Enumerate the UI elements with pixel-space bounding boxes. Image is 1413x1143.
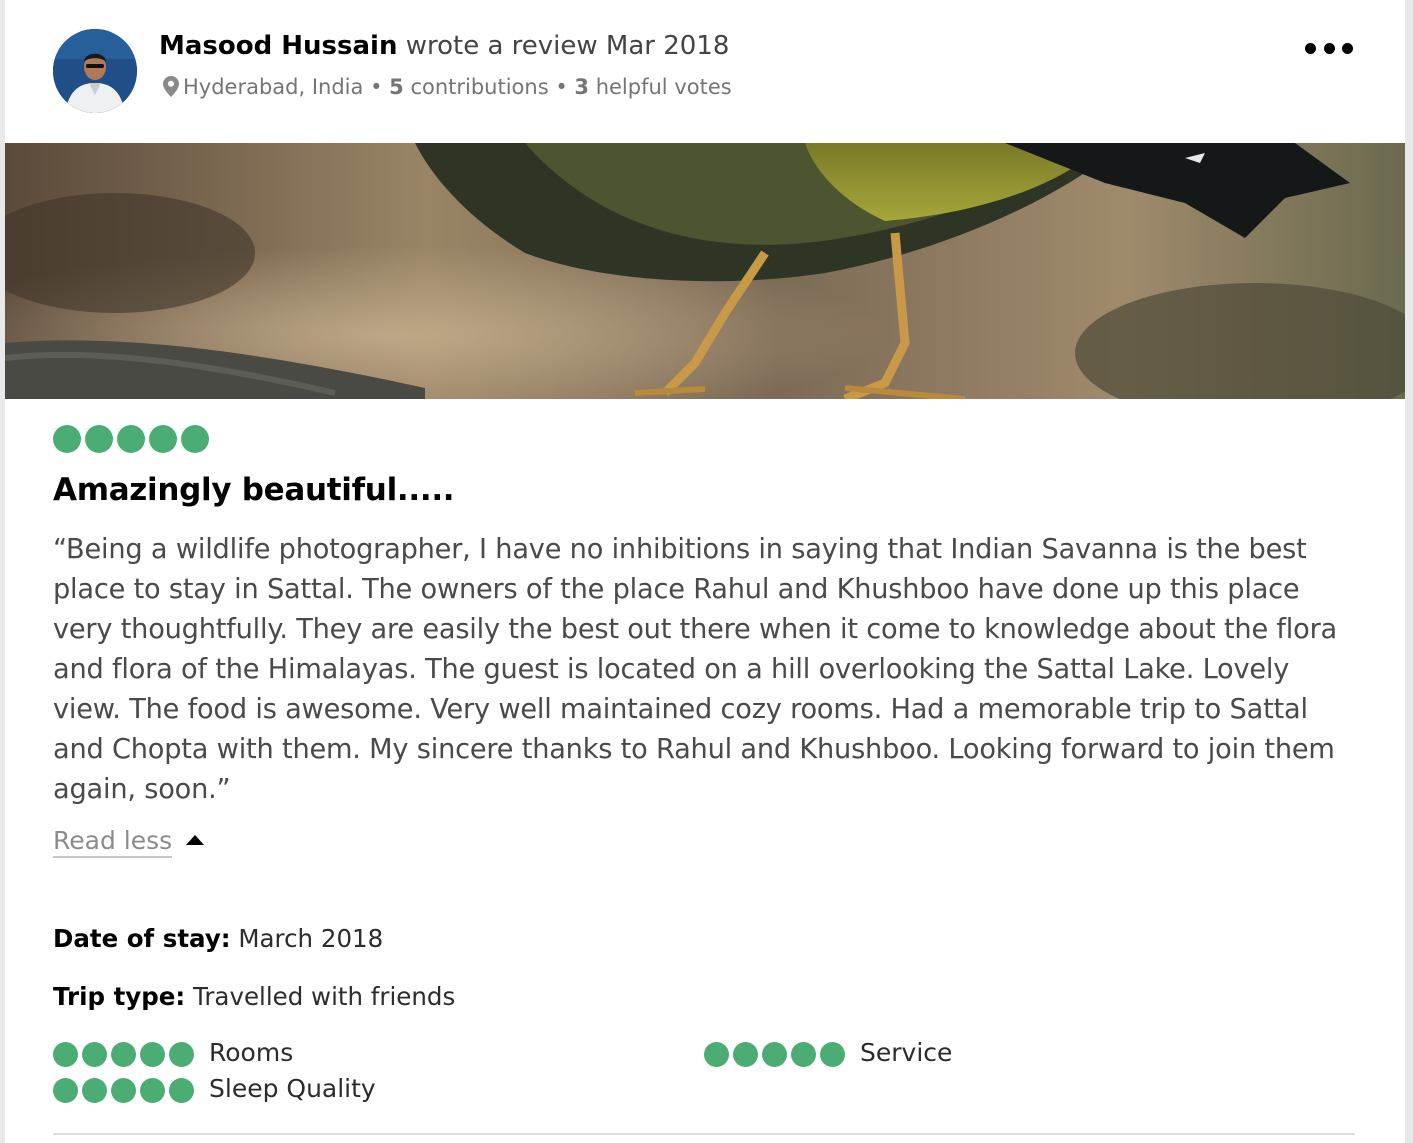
review-title[interactable]: Amazingly beautiful..... [53, 472, 455, 508]
rating-bubble-icon [82, 1042, 107, 1067]
map-pin-icon [163, 76, 179, 104]
rooms-rating-bubbles [53, 1042, 194, 1067]
read-less-button[interactable]: Read less [53, 826, 205, 858]
rating-bubble-icon [181, 425, 209, 453]
three-dots-icon [1342, 42, 1353, 54]
review-rating-bubbles [53, 425, 209, 453]
date-of-stay-value: March 2018 [230, 924, 384, 953]
caret-up-icon [186, 835, 205, 845]
three-dots-icon [1305, 42, 1316, 54]
helpful-votes-label: helpful votes [589, 75, 732, 99]
review-card: Masood Hussain wrote a review Mar 2018 H… [5, 0, 1405, 1143]
service-rating-bubbles [704, 1042, 845, 1067]
avatar-photo [53, 29, 137, 113]
rating-bubble-icon [53, 425, 81, 453]
more-options-button[interactable] [1305, 34, 1353, 62]
rating-bubble-icon [53, 1078, 78, 1103]
rating-bubble-icon [53, 1042, 78, 1067]
rating-bubble-icon [169, 1042, 194, 1067]
read-less-label: Read less [53, 826, 173, 858]
rating-bubble-icon [82, 1078, 107, 1103]
contributions-count: 5 [389, 75, 404, 99]
review-header: Masood Hussain wrote a review Mar 2018 H… [5, 0, 1405, 143]
rating-bubble-icon [140, 1078, 165, 1103]
trip-type: Trip type: Travelled with friends [53, 982, 455, 1011]
meta-separator: • [548, 75, 575, 99]
review-photo[interactable] [5, 143, 1405, 399]
review-body: “Being a wildlife photographer, I have n… [53, 534, 1338, 805]
sub-rating-label-sleep-quality: Sleep Quality [209, 1074, 376, 1103]
rating-bubble-icon [762, 1042, 787, 1067]
rating-bubble-icon [85, 425, 113, 453]
rating-bubble-icon [117, 425, 145, 453]
author-name[interactable]: Masood Hussain [159, 31, 397, 61]
sleep-quality-rating-bubbles [53, 1078, 194, 1103]
meta-separator: • [363, 75, 390, 99]
rating-bubble-icon [140, 1042, 165, 1067]
trip-type-value: Travelled with friends [185, 982, 456, 1011]
trip-type-label: Trip type: [53, 982, 186, 1011]
rating-bubble-icon [791, 1042, 816, 1067]
author-line: Masood Hussain wrote a review Mar 2018 [159, 30, 729, 62]
contributions-label: contributions [403, 75, 549, 99]
rating-bubble-icon [733, 1042, 758, 1067]
rating-bubble-icon [820, 1042, 845, 1067]
rating-bubble-icon [169, 1078, 194, 1103]
author-avatar[interactable] [53, 29, 137, 113]
author-location: Hyderabad, India [183, 75, 364, 99]
rating-bubble-icon [149, 425, 177, 453]
date-of-stay: Date of stay: March 2018 [53, 924, 383, 953]
sub-rating-label-rooms: Rooms [209, 1038, 294, 1067]
author-meta: Hyderabad, India • 5 contributions • 3 h… [163, 73, 732, 104]
rating-bubble-icon [111, 1078, 136, 1103]
divider [53, 1133, 1355, 1135]
three-dots-icon [1323, 42, 1335, 54]
helpful-votes-count: 3 [574, 75, 590, 99]
date-of-stay-label: Date of stay: [53, 924, 231, 953]
bird-photo [5, 143, 1405, 399]
review-date-text: wrote a review Mar 2018 [397, 31, 730, 61]
rating-bubble-icon [111, 1042, 136, 1067]
rating-bubble-icon [704, 1042, 729, 1067]
sub-rating-label-service: Service [860, 1038, 953, 1067]
